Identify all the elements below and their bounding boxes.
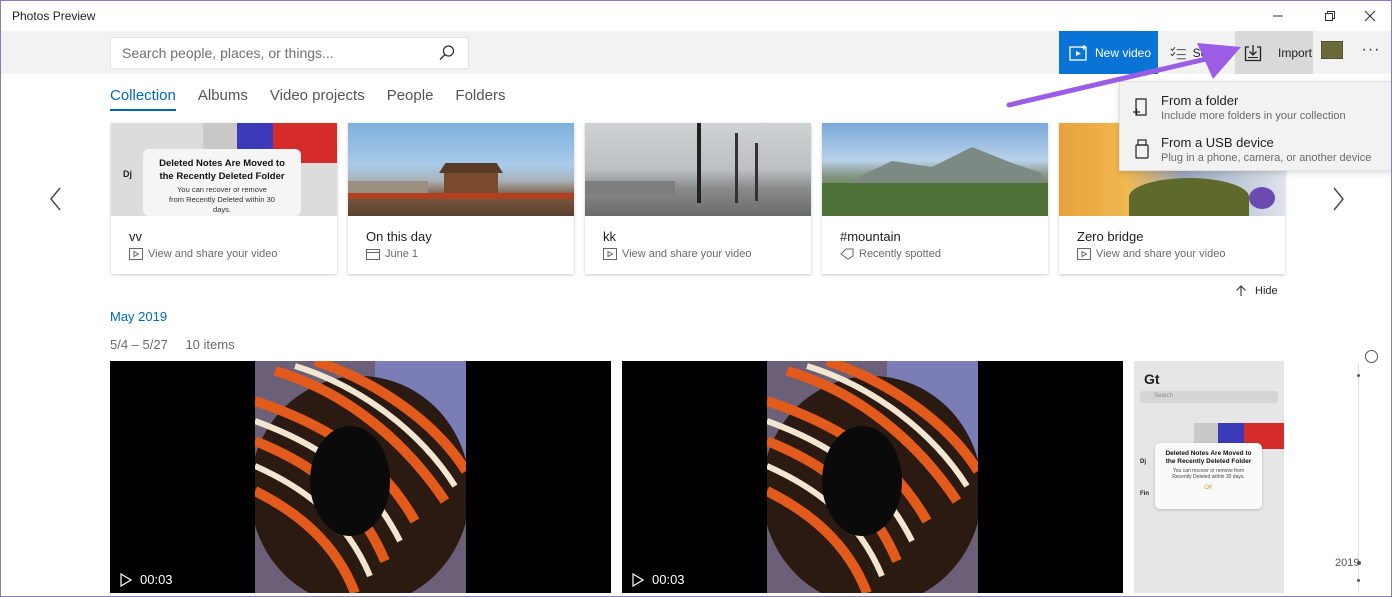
card-title: vv xyxy=(129,229,142,244)
item-count: 10 items xyxy=(185,337,235,352)
timeline-handle[interactable] xyxy=(1365,350,1378,363)
tab-video-projects[interactable]: Video projects xyxy=(270,87,365,107)
window-title: Photos Preview xyxy=(12,9,96,23)
close-button[interactable] xyxy=(1347,1,1391,31)
memory-card-kk[interactable]: kk View and share your video xyxy=(585,123,811,274)
memory-card-mountain[interactable]: #mountain Recently spotted xyxy=(822,123,1048,274)
card-thumbnail: Dj Deleted Notes Are Moved to the Recent… xyxy=(111,123,337,216)
play-icon xyxy=(632,572,644,587)
search-input[interactable] xyxy=(111,38,431,68)
title-bar: Photos Preview xyxy=(1,1,1391,31)
card-subtitle: View and share your video xyxy=(603,248,751,260)
close-icon xyxy=(1364,10,1376,22)
calendar-icon xyxy=(366,249,380,260)
date-range: 5/4 – 5/27 10 items xyxy=(110,337,249,352)
card-subtitle: Recently spotted xyxy=(840,248,941,260)
card-subtitle: June 1 xyxy=(366,248,418,260)
carousel-next-icon[interactable] xyxy=(1329,186,1347,212)
import-from-folder-subtitle: Include more folders in your collection xyxy=(1161,110,1346,122)
memory-card-vv[interactable]: Dj Deleted Notes Are Moved to the Recent… xyxy=(111,123,337,274)
card-thumbnail xyxy=(585,123,811,216)
arrow-up-icon xyxy=(1236,285,1246,296)
memory-card-on-this-day[interactable]: On this day June 1 xyxy=(348,123,574,274)
card-subtitle: View and share your video xyxy=(129,248,277,260)
tab-albums[interactable]: Albums xyxy=(198,87,248,107)
card-title: kk xyxy=(603,229,616,244)
photos-window: Photos Preview New video Select Import ·… xyxy=(0,0,1392,597)
card-thumbnail xyxy=(348,123,574,216)
restore-icon xyxy=(1325,11,1335,21)
import-label: Import xyxy=(1278,45,1313,60)
tab-collection[interactable]: Collection xyxy=(110,87,176,111)
video-tile[interactable]: 00:03 xyxy=(622,361,1123,593)
card-title: #mountain xyxy=(840,229,901,244)
hide-button[interactable]: Hide xyxy=(1235,285,1278,297)
video-duration: 00:03 xyxy=(120,572,173,587)
date-range-label: 5/4 – 5/27 xyxy=(110,337,168,352)
timeline-dot xyxy=(1357,579,1360,582)
annotation-arrow-icon xyxy=(1006,43,1241,108)
search-box[interactable] xyxy=(110,37,469,69)
nav-tabs: Collection Albums Video projects People … xyxy=(110,87,527,111)
video-thumbnail xyxy=(767,361,978,593)
account-avatar[interactable] xyxy=(1321,41,1343,59)
video-duration: 00:03 xyxy=(632,572,685,587)
import-from-usb-item[interactable]: From a USB device Plug in a phone, camer… xyxy=(1120,126,1391,168)
video-thumbnail xyxy=(255,361,466,593)
timeline-year[interactable]: 2019 xyxy=(1335,557,1359,569)
usb-icon xyxy=(1135,139,1149,159)
video-icon xyxy=(603,248,617,260)
tab-folders[interactable]: Folders xyxy=(455,87,505,107)
card-subtitle: View and share your video xyxy=(1077,248,1225,260)
search-icon[interactable] xyxy=(438,44,456,62)
hide-label: Hide xyxy=(1255,285,1278,297)
carousel-prev-icon[interactable] xyxy=(47,186,65,212)
more-options-button[interactable]: ··· xyxy=(1357,41,1385,65)
timeline-dot xyxy=(1357,374,1360,377)
card-thumbnail xyxy=(822,123,1048,216)
tab-people[interactable]: People xyxy=(387,87,434,107)
import-from-usb-title: From a USB device xyxy=(1161,135,1274,150)
video-tile[interactable]: 00:03 xyxy=(110,361,611,593)
minimize-button[interactable] xyxy=(1255,1,1301,31)
video-icon xyxy=(129,248,143,260)
play-icon xyxy=(120,572,132,587)
card-title: On this day xyxy=(366,229,432,244)
card-title: Zero bridge xyxy=(1077,229,1144,244)
minimize-icon xyxy=(1273,15,1283,17)
import-from-usb-subtitle: Plug in a phone, camera, or another devi… xyxy=(1161,152,1372,164)
photo-tile[interactable]: Gt Search Dj Fin Deleted Notes Are Moved… xyxy=(1134,361,1284,593)
tag-icon xyxy=(840,248,854,260)
video-icon xyxy=(1077,248,1091,260)
month-heading[interactable]: May 2019 xyxy=(110,309,167,324)
